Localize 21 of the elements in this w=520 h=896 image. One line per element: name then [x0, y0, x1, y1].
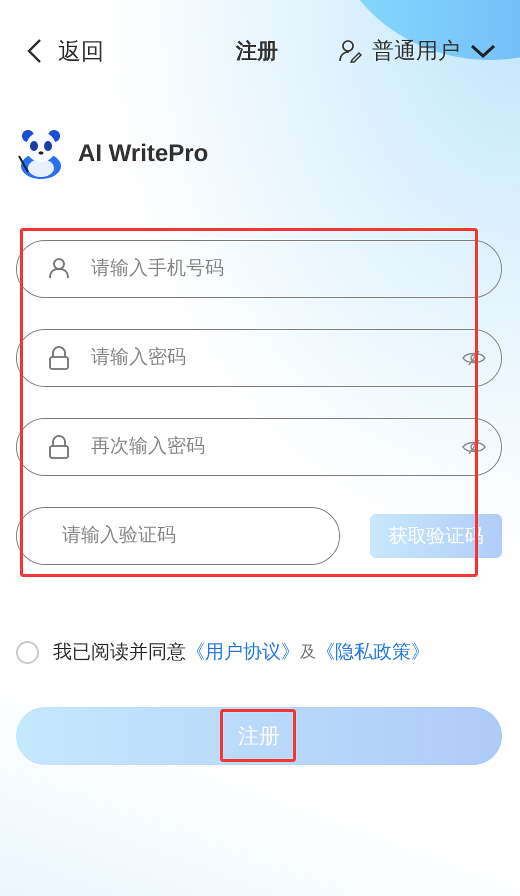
- input-field[interactable]: 请输入手机号码: [16, 240, 502, 298]
- agreement-text: 我已阅读并同意: [53, 641, 186, 665]
- user-icon: [48, 257, 70, 279]
- back-link[interactable]: 返回: [58, 36, 104, 66]
- conjunction-text: 及: [300, 642, 316, 662]
- input-field[interactable]: 再次输入密码: [16, 418, 502, 476]
- input-field[interactable]: 请输入密码: [16, 329, 502, 387]
- lock-icon: [48, 346, 70, 370]
- page-title: 注册: [234, 38, 279, 65]
- eye-slash-icon[interactable]: [462, 349, 486, 367]
- agreement-checkbox[interactable]: [16, 640, 39, 664]
- app-name: AI WritePro: [78, 140, 208, 168]
- user-edit-icon[interactable]: [338, 39, 362, 63]
- dropdown-caret-icon[interactable]: [470, 43, 496, 59]
- eye-slash-icon[interactable]: [462, 438, 486, 456]
- back-icon[interactable]: [26, 38, 42, 64]
- privacy-policy-link[interactable]: 《隐私政策》: [316, 639, 430, 665]
- lock-icon: [48, 435, 70, 459]
- role-selector[interactable]: 普通用户: [372, 36, 460, 66]
- user-agreement-link[interactable]: 《用户协议》: [186, 639, 300, 665]
- input-field[interactable]: 请输入验证码: [16, 507, 340, 565]
